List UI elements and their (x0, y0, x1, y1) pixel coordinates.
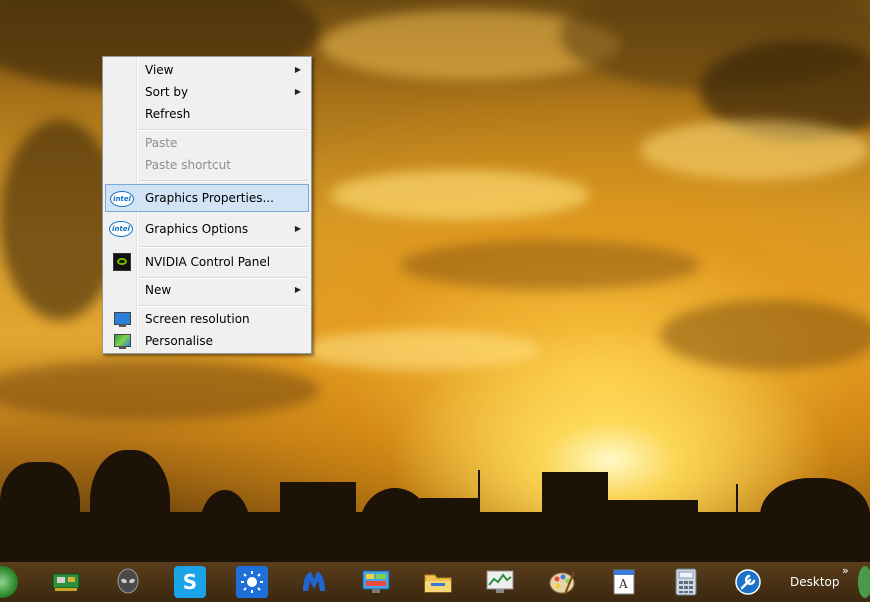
antenna-silhouette (736, 484, 738, 514)
menu-item-nvidia-control-panel[interactable]: NVIDIA Control Panel (105, 250, 309, 274)
intel-logo-text: intel (109, 221, 133, 237)
menu-item-label: Personalise (145, 334, 213, 348)
menu-separator (139, 305, 307, 307)
repair-tool-icon[interactable] (732, 566, 764, 598)
tray-globe-icon[interactable] (858, 566, 870, 598)
menu-item-label: New (145, 283, 172, 297)
menu-separator (139, 180, 307, 182)
menu-item-graphics-properties[interactable]: intel Graphics Properties... (105, 184, 309, 212)
desktop-toolbar-label[interactable]: Desktop (790, 562, 840, 602)
menu-item-label: Graphics Options (145, 222, 249, 236)
menu-item-new[interactable]: New ▶ (105, 279, 309, 301)
antenna-silhouette (478, 470, 480, 510)
menu-item-graphics-options[interactable]: intel Graphics Options ▶ (105, 217, 309, 241)
intel-icon: intel (110, 190, 134, 208)
menu-item-label: Paste shortcut (145, 158, 231, 172)
cloud (330, 170, 590, 220)
menu-item-label: NVIDIA Control Panel (145, 255, 271, 269)
submenu-arrow-icon: ▶ (294, 285, 301, 294)
monitor-icon (109, 310, 133, 328)
tree-silhouette (200, 490, 250, 562)
menu-item-label: Refresh (145, 107, 191, 121)
submenu-arrow-icon: ▶ (294, 224, 301, 233)
menu-item-paste-shortcut[interactable]: Paste shortcut (105, 154, 309, 176)
cloud (300, 330, 540, 370)
submenu-arrow-icon: ▶ (294, 87, 301, 96)
building-silhouette (542, 472, 608, 562)
intel-logo-text: intel (110, 191, 134, 207)
performance-monitor-icon[interactable] (484, 566, 516, 598)
menu-item-label: Graphics Properties... (145, 191, 274, 205)
tree-silhouette (360, 488, 430, 562)
desktop-context-menu: View ▶ Sort by ▶ Refresh Paste Paste sho… (102, 56, 312, 354)
intel-icon: intel (109, 220, 133, 238)
building-silhouette (280, 482, 356, 562)
network-card-icon[interactable] (50, 566, 82, 598)
malwarebytes-icon[interactable] (298, 566, 330, 598)
personalise-icon (109, 332, 133, 350)
menu-item-personalise[interactable]: Personalise (105, 330, 309, 352)
menu-item-paste[interactable]: Paste (105, 132, 309, 154)
menu-separator (139, 246, 307, 248)
menu-item-label: View (145, 63, 174, 77)
svg-text:A: A (618, 577, 628, 591)
nvidia-icon (109, 253, 133, 271)
cloud (0, 360, 320, 420)
start-orb-icon[interactable] (0, 566, 18, 598)
alien-head-icon[interactable] (112, 566, 144, 598)
tree-silhouette (0, 462, 80, 562)
menu-item-label: Screen resolution (145, 312, 250, 326)
control-panel-icon[interactable] (360, 566, 392, 598)
menu-item-view[interactable]: View ▶ (105, 59, 309, 81)
cloud (660, 300, 870, 370)
building-silhouette (608, 500, 698, 562)
menu-item-label: Sort by (145, 85, 189, 99)
menu-item-screen-resolution[interactable]: Screen resolution (105, 308, 309, 330)
cloud (640, 120, 870, 180)
tree-silhouette (90, 450, 170, 562)
submenu-arrow-icon: ▶ (294, 65, 301, 74)
skype-icon[interactable]: S (174, 566, 206, 598)
menu-item-sort-by[interactable]: Sort by ▶ (105, 81, 309, 103)
menu-item-refresh[interactable]: Refresh (105, 103, 309, 125)
weather-sun-icon[interactable] (236, 566, 268, 598)
paint-palette-icon[interactable] (546, 566, 578, 598)
calculator-icon[interactable] (670, 566, 702, 598)
taskbar: S A Desktop » (0, 562, 870, 602)
wordpad-icon[interactable]: A (608, 566, 640, 598)
cloud (400, 240, 700, 290)
menu-separator (139, 129, 307, 131)
toolbar-overflow-chevron-icon[interactable]: » (842, 564, 849, 577)
tree-silhouette (760, 478, 870, 562)
file-explorer-icon[interactable] (422, 566, 454, 598)
menu-item-label: Paste (145, 136, 178, 150)
